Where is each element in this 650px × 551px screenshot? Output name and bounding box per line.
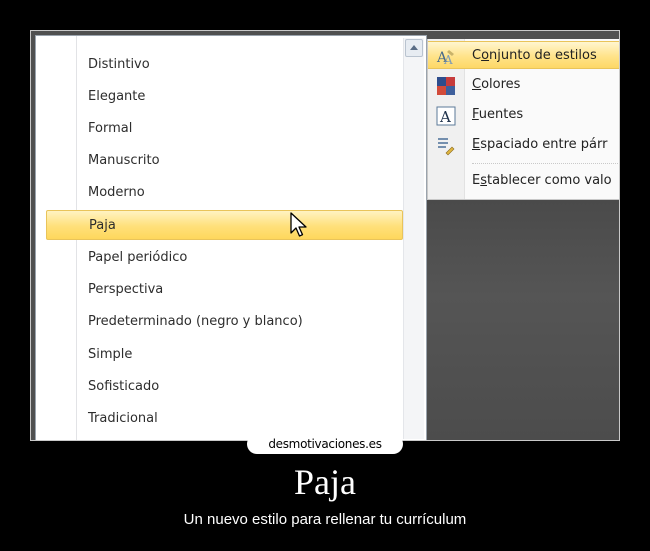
menu-item-set-as-default[interactable]: Establecer como valo: [428, 167, 619, 195]
menu-item-colors[interactable]: Colores: [428, 71, 619, 99]
menu-separator: [472, 163, 619, 164]
style-set-icon: A A: [436, 50, 454, 67]
list-item-papel-periodico[interactable]: Papel periódico: [46, 243, 403, 273]
list-item-perspectiva[interactable]: Perspectiva: [46, 275, 403, 305]
list-item-elegante[interactable]: Elegante: [46, 82, 403, 112]
document-background: [427, 199, 619, 440]
fonts-icon: A: [436, 106, 456, 126]
site-watermark: desmotivaciones.es: [247, 434, 403, 454]
caption-subtitle: Un nuevo estilo para rellenar tu currícu…: [183, 511, 467, 528]
list-item-simple[interactable]: Simple: [46, 340, 403, 370]
menu-item-style-set[interactable]: A A Conjunto de estilos: [428, 41, 619, 69]
scroll-up-button[interactable]: [405, 39, 423, 57]
paragraph-spacing-icon: [438, 138, 455, 156]
list-item-moderno[interactable]: Moderno: [46, 178, 403, 208]
list-item-manuscrito[interactable]: Manuscrito: [46, 146, 403, 176]
list-item-formal[interactable]: Formal: [46, 114, 403, 144]
caption-title: Paja: [294, 462, 356, 502]
list-scrollbar[interactable]: [403, 38, 424, 439]
list-item-distintivo[interactable]: Distintivo: [46, 50, 403, 80]
list-item-tradicional[interactable]: Tradicional: [46, 404, 403, 434]
list-item-sofisticado[interactable]: Sofisticado: [46, 372, 403, 402]
mouse-pointer-icon: [290, 212, 307, 237]
list-item-paja-selected[interactable]: Paja: [46, 210, 403, 240]
design-dropdown-menu: A A Conjunto de estilos Colores A Fuente…: [427, 39, 619, 200]
list-item-predeterminado[interactable]: Predeterminado (negro y blanco): [46, 307, 403, 337]
svg-text:A: A: [439, 108, 451, 126]
menu-item-paragraph-spacing[interactable]: Espaciado entre párr: [428, 131, 619, 159]
colors-icon: [437, 77, 455, 95]
menu-item-fonts[interactable]: A Fuentes: [428, 101, 619, 129]
screenshot-frame: Distintivo Elegante Formal Manuscrito Mo…: [30, 30, 620, 441]
style-set-list: Distintivo Elegante Formal Manuscrito Mo…: [35, 35, 427, 440]
